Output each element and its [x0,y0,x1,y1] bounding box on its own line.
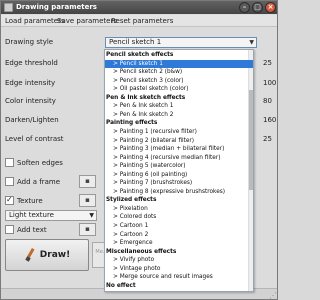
chevron-down-icon: ▼ [89,212,94,219]
close-icon[interactable]: × [265,2,276,13]
dropdown-option[interactable]: > Painting 1 (recursive filter) [105,128,253,136]
dropdown-group-header: No effect [106,282,136,289]
dropdown-option[interactable]: > Vintage photo [105,265,253,273]
texture-options-button[interactable]: ▪ [79,194,96,207]
edge-intensity-label: Edge intensity [5,79,56,87]
dropdown-option[interactable]: > Pencil sketch 3 (color) [105,77,253,85]
minimize-icon[interactable]: – [239,2,250,13]
app-icon [4,3,13,12]
dropdown-option[interactable]: > Painting 7 (brushstrokes) [105,179,253,187]
dropdown-group-header: Pencil sketch effects [106,52,174,58]
darken-lighten-label: Darken/Lighten [5,116,59,124]
dropdown-option[interactable]: > Painting 3 (median + bilateral filter) [105,145,253,153]
dropdown-group-header: Miscellaneous effects [106,248,177,255]
pencil-icon [24,248,36,262]
texture-value: Light texture [9,211,54,219]
color-intensity-label: Color intensity [5,97,56,105]
dropdown-option[interactable]: > Colored dots [105,213,253,221]
title-bar[interactable]: Drawing parameters – □ × [1,1,277,14]
chevron-down-icon: ▼ [249,39,254,46]
dropdown-option[interactable]: > Painting 5 (watercolor) [105,162,253,170]
dropdown-option[interactable]: > Pencil sketch 1 [105,59,253,68]
dropdown-option[interactable]: > Merge source and result images [105,273,253,281]
draw-button-label: Draw! [39,250,71,260]
edge-intensity-value: 100 [263,79,277,87]
dropdown-option[interactable]: > Vivify photo [105,256,253,264]
window-title: Drawing parameters [16,3,97,11]
dropdown-option[interactable]: > Oil pastel sketch (color) [105,85,253,93]
soften-edges-label: Soften edges [17,159,63,167]
menu-load-parameters[interactable]: Load parameters [5,17,65,25]
frame-options-button[interactable]: ▪ [79,175,96,188]
color-intensity-value: 80 [263,97,272,105]
resize-grip-icon[interactable]: ⋰ [269,291,277,299]
dropdown-option[interactable]: > Pen & Ink sketch 1 [105,102,253,110]
edge-threshold-value: 25 [263,59,272,67]
dropdown-group-header: Pen & Ink sketch effects [106,94,186,101]
darken-lighten-value: 160 [263,116,277,124]
edge-threshold-label: Edge threshold [5,59,58,67]
dropdown-option[interactable]: > Painting 4 (recursive median filter) [105,154,253,162]
dropdown-option[interactable]: > Painting 2 (bilateral filter) [105,137,253,145]
drawing-parameters-window: Drawing parameters – □ × Load parameters… [0,0,278,300]
drawing-style-dropdown-list[interactable]: Pencil sketch effects > Pencil sketch 1 > … [104,49,254,292]
dropdown-option[interactable]: > Painting 8 (expressive brushstrokes) [105,188,253,196]
texture-select[interactable]: Light texture ▼ [5,210,97,221]
add-text-label: Add text [17,226,47,234]
draw-button[interactable]: Draw! [5,239,89,271]
drawing-style-value: Pencil sketch 1 [109,38,162,46]
dropdown-option[interactable]: > Pen & Ink sketch 2 [105,111,253,119]
dropdown-option[interactable]: > Painting 6 (oil painting) [105,171,253,179]
dropdown-option[interactable]: > Cartoon 1 [105,222,253,230]
menu-bar: Load parameters Save parameters Reset pa… [1,15,277,27]
menu-reset-parameters[interactable]: Reset parameters [111,17,173,25]
dropdown-option[interactable]: > Emergence [105,239,253,247]
add-frame-checkbox[interactable] [5,177,14,186]
soften-edges-checkbox[interactable] [5,158,14,167]
dropdown-group-header: Stylized effects [106,197,157,204]
add-frame-label: Add a frame [17,178,61,186]
dropdown-option[interactable]: > Pixelation [105,205,253,213]
text-options-button[interactable]: ▪ [79,223,96,236]
texture-checkbox[interactable] [5,195,14,205]
level-of-contrast-value: 25 [263,135,272,143]
level-of-contrast-label: Level of contrast [5,135,64,143]
menu-save-parameters[interactable]: Save parameters [57,17,117,25]
texture-label: Texture [17,197,43,205]
maximize-icon[interactable]: □ [252,2,263,13]
dropdown-option[interactable]: > Frame, texture and text only [105,290,253,291]
add-text-checkbox[interactable] [5,225,14,234]
dropdown-option[interactable]: > Cartoon 2 [105,231,253,239]
dropdown-option[interactable]: > Pencil sketch 2 (b&w) [105,68,253,76]
window-controls: – □ × [239,2,276,13]
dropdown-group-header: Painting effects [106,120,158,127]
drawing-style-label: Drawing style [5,38,54,46]
drawing-style-select[interactable]: Pencil sketch 1 ▼ [105,37,257,48]
